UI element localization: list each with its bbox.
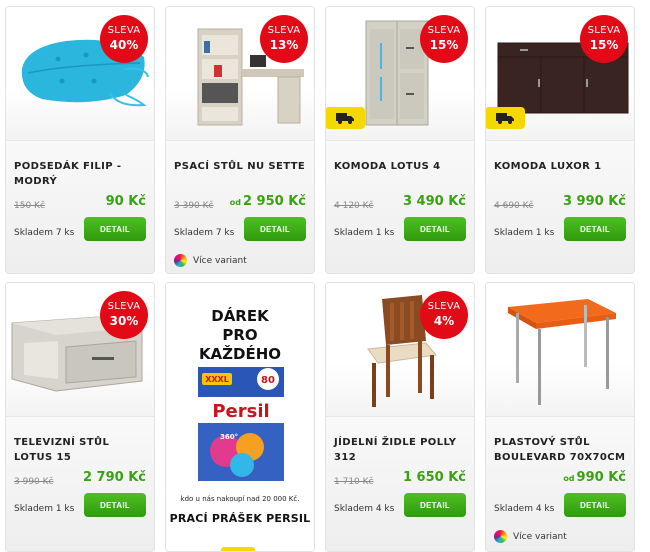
pack-label: XXXL: [205, 375, 229, 384]
badge-label: SLEVA: [427, 301, 461, 312]
discount-badge: SLEVA 13%: [260, 15, 308, 63]
old-price: 1 710 Kč: [334, 477, 374, 487]
badge-percent: 40%: [109, 38, 139, 52]
badge-percent: 15%: [429, 38, 459, 52]
price-from: od: [229, 198, 241, 207]
product-image[interactable]: [486, 283, 634, 416]
detail-button[interactable]: DETAIL: [84, 217, 146, 241]
stock-status: Skladem 1 ks: [334, 228, 395, 238]
plastic-table-image: [508, 299, 616, 405]
discount-badge: SLEVA 30%: [100, 291, 148, 339]
product-title[interactable]: TELEVIZNÍ STŮL LOTUS 15: [14, 435, 148, 465]
badge-label: SLEVA: [267, 25, 301, 36]
product-image[interactable]: SLEVA 13%: [166, 7, 314, 140]
product-card[interactable]: SLEVA 4% JÍDELNÍ ŽIDLE POLLY 312 1 710 K…: [325, 282, 475, 552]
badge-label: SLEVA: [107, 25, 141, 36]
old-price: 4 120 Kč: [334, 201, 374, 211]
promo-product: PRACÍ PRÁŠEK PERSIL: [169, 512, 311, 525]
price: od 990 Kč: [563, 470, 626, 485]
product-title[interactable]: PLASTOVÝ STŮL BOULEVARD 70X70CM: [494, 435, 628, 465]
old-price: 3 390 Kč: [174, 201, 214, 211]
delivery-badge: [486, 107, 525, 129]
stock-status: Skladem 7 ks: [174, 228, 235, 238]
detail-button[interactable]: DETAIL: [244, 217, 306, 241]
detail-button[interactable]: DETAIL: [404, 493, 466, 517]
old-price: 3 990 Kč: [14, 477, 54, 487]
product-card[interactable]: SLEVA 15% KOMODA LUXOR 1 4 690 Kč 3 990 …: [485, 6, 635, 274]
price: 90 Kč: [105, 194, 146, 209]
stock-status: Skladem 4 ks: [334, 504, 395, 514]
price: 1 650 Kč: [402, 470, 466, 485]
more-variants[interactable]: Více variant: [494, 530, 567, 543]
product-title[interactable]: PSACÍ STŮL NU SETTE: [174, 159, 308, 174]
pack-brand: Persil: [212, 401, 269, 422]
promo-tab: [221, 547, 255, 551]
badge-percent: 15%: [589, 38, 619, 52]
detergent-pack-image: XXXL 80 Persil 360°: [198, 367, 284, 481]
promo-headline: DÁREK PRO KAŽDÉHO: [198, 307, 282, 363]
badge-label: SLEVA: [107, 301, 141, 312]
variants-label: Více variant: [193, 255, 247, 266]
product-image[interactable]: SLEVA 15%: [326, 7, 474, 140]
pack-sub: 360°: [220, 433, 238, 441]
price-value: 990 Kč: [576, 470, 626, 485]
product-card[interactable]: SLEVA 40% PODSEDÁK FILIP - MODRÝ 150 Kč …: [5, 6, 155, 274]
badge-label: SLEVA: [587, 25, 621, 36]
discount-badge: SLEVA 15%: [420, 15, 468, 63]
price-value: 2 950 Kč: [242, 194, 306, 209]
badge-percent: 30%: [109, 314, 139, 328]
price: 3 490 Kč: [402, 194, 466, 209]
old-price: 4 690 Kč: [494, 201, 534, 211]
discount-badge: SLEVA 40%: [100, 15, 148, 63]
stock-status: Skladem 4 ks: [494, 504, 555, 514]
old-price: 150 Kč: [14, 201, 45, 211]
more-variants[interactable]: Více variant: [174, 254, 247, 267]
product-card[interactable]: SLEVA 13% PSACÍ STŮL NU SETTE 3 390 Kč o…: [165, 6, 315, 274]
product-title[interactable]: PODSEDÁK FILIP - MODRÝ: [14, 159, 148, 189]
price: 3 990 Kč: [562, 194, 626, 209]
detail-button[interactable]: DETAIL: [564, 217, 626, 241]
product-image[interactable]: SLEVA 30%: [6, 283, 154, 416]
truck-icon: [336, 113, 354, 124]
price-from: od: [563, 474, 575, 483]
product-image[interactable]: SLEVA 4%: [326, 283, 474, 416]
variants-label: Více variant: [513, 531, 567, 542]
badge-label: SLEVA: [427, 25, 461, 36]
badge-percent: 13%: [269, 38, 299, 52]
truck-icon: [496, 113, 514, 124]
detail-button[interactable]: DETAIL: [564, 493, 626, 517]
persil-pack: XXXL 80 Persil 360°: [198, 367, 284, 481]
stock-status: Skladem 1 ks: [14, 504, 75, 514]
product-title[interactable]: KOMODA LUXOR 1: [494, 159, 628, 174]
promo-note: kdo u nás nakoupí nad 20 000 Kč.: [180, 495, 300, 503]
detail-button[interactable]: DETAIL: [404, 217, 466, 241]
pack-count: 80: [261, 375, 275, 386]
delivery-badge: [326, 107, 365, 129]
discount-badge: SLEVA 4%: [420, 291, 468, 339]
product-image[interactable]: SLEVA 15%: [486, 7, 634, 140]
product-image[interactable]: SLEVA 40%: [6, 7, 154, 140]
detail-button[interactable]: DETAIL: [84, 493, 146, 517]
badge-percent: 4%: [433, 314, 455, 328]
product-card[interactable]: SLEVA 15% KOMODA LOTUS 4 4 120 Kč 3 490 …: [325, 6, 475, 274]
price: od 2 950 Kč: [230, 194, 306, 209]
color-wheel-icon: [174, 254, 187, 267]
product-title[interactable]: KOMODA LOTUS 4: [334, 159, 468, 174]
discount-badge: SLEVA 15%: [580, 15, 628, 63]
product-card[interactable]: SLEVA 30% TELEVIZNÍ STŮL LOTUS 15 3 990 …: [5, 282, 155, 552]
price: 2 790 Kč: [82, 470, 146, 485]
stock-status: Skladem 1 ks: [494, 228, 555, 238]
stock-status: Skladem 7 ks: [14, 228, 75, 238]
color-wheel-icon: [494, 530, 507, 543]
promo-card[interactable]: DÁREK PRO KAŽDÉHO XXXL 80 Persil 360° kd…: [165, 282, 315, 552]
product-card[interactable]: PLASTOVÝ STŮL BOULEVARD 70X70CM od 990 Kč…: [485, 282, 635, 552]
product-title[interactable]: JÍDELNÍ ŽIDLE POLLY 312: [334, 435, 468, 465]
